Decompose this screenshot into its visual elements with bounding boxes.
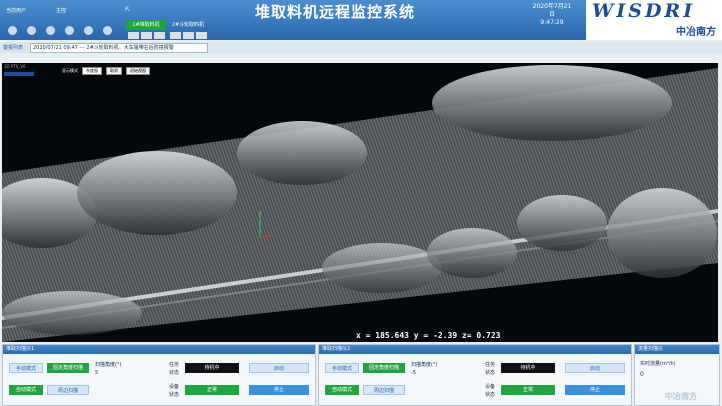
flow-rate-label: 实时流量(m³/h) (640, 361, 676, 367)
exit-icon[interactable] (103, 26, 112, 35)
scanner-1-task-state-label: 状态 (169, 370, 180, 376)
scanner-1-title: 堆取扫描仪1 (3, 345, 315, 354)
logout-icon[interactable]: ⇱ (125, 6, 130, 13)
company-logo: WISDRI 中冶南方 (586, 0, 722, 40)
page-title: 堆取料机远程监控系统 (254, 3, 415, 21)
alarm-bar: 警报列表 2020/07/21 09:47 --- 2#斗轮取料机：大车履带右后… (0, 42, 722, 53)
scanner-1-stop-button[interactable]: 停止 (249, 385, 309, 395)
machine-1-label: 1#堆取料机 (126, 20, 166, 30)
settings-icon[interactable] (65, 26, 74, 35)
display-mode-label: 显示模式 (62, 68, 78, 73)
toolbar (8, 26, 112, 35)
viewer-status-bar (4, 72, 34, 76)
scanner-2-title: 堆取扫描仪2 (319, 345, 631, 354)
scanner-2-manual-button[interactable]: 手动模式 (325, 363, 359, 373)
flow-scanner-panel: 流量扫描仪 实时流量(m³/h) 0 中冶南方 (634, 344, 720, 406)
scanner-2-device-status: 正常 (501, 385, 555, 395)
logo-wordmark: WISDRI (592, 0, 696, 22)
user-role: 主控 (56, 8, 67, 14)
scanner-1-angle-value[interactable]: 5 (95, 370, 98, 376)
scanner-1-cycle-scan-button[interactable]: 周边扫描 (47, 385, 89, 395)
scanner-2-fixed-scan-button[interactable]: 固定角度扫描 (363, 363, 405, 373)
scanner-2-auto-button[interactable]: 自动模式 (325, 385, 359, 395)
scanner-2-angle-label: 扫描角度(°) (411, 362, 438, 368)
initial-view-button[interactable]: 初始视图 (126, 67, 150, 75)
scanner-1-start-button[interactable]: 启动 (249, 363, 309, 373)
machine-2-label: 2#斗轮取料机 (171, 22, 205, 28)
scanner-2-cycle-scan-button[interactable]: 周边扫描 (363, 385, 405, 395)
power-icon[interactable] (8, 26, 17, 35)
scanner-1-task-status: 待机中 (185, 363, 239, 373)
viewer-title: 3D PTS_V6 (4, 64, 26, 69)
display-mode-select[interactable]: 灰度图 (82, 67, 102, 75)
scanner-2-task-label: 任务 (485, 362, 496, 368)
scanner-1-manual-button[interactable]: 手动模式 (9, 363, 43, 373)
alarm-message: 2020/07/21 09:47 --- 2#斗轮取料机：大车履带右后防撞报警 (30, 43, 208, 53)
scanner-2-device-label: 设备 (485, 384, 496, 390)
header-bar: 当前用户 主控 ⇱ 1#堆取料机 2#斗轮取料机 堆取料机远程监控系统 2020… (0, 0, 722, 40)
scanner-2-stop-button[interactable]: 停止 (565, 385, 625, 395)
scanner-2-angle-value[interactable]: -5 (411, 370, 416, 376)
point-cloud-render (2, 63, 718, 342)
scanner-1-panel: 堆取扫描仪1 手动模式 固定角度扫描 扫描角度(°) 5 任务 状态 待机中 启… (2, 344, 316, 406)
camera-icon[interactable] (27, 26, 36, 35)
scanner-2-panel: 堆取扫描仪2 手动模式 固定角度扫描 扫描角度(°) -5 任务 状态 待机中 … (318, 344, 632, 406)
scanner-1-task-label: 任务 (169, 362, 180, 368)
scanner-1-device-state-label: 状态 (169, 392, 180, 398)
point-cloud-viewer[interactable]: 3D PTS_V6 显示模式 灰度图 取消 初始视图 x = 185.643 y… (2, 63, 718, 342)
viewer-toolbar: 显示模式 灰度图 取消 初始视图 (62, 67, 150, 75)
coordinate-readout: x = 185.643 y = -2.39 z= 0.723 (356, 331, 501, 340)
alarm-label: 警报列表 (3, 45, 24, 51)
scanner-1-angle-label: 扫描角度(°) (95, 362, 122, 368)
time-text: 9:47:29 (540, 19, 564, 26)
scanner-1-device-status: 正常 (185, 385, 239, 395)
scanner-1-fixed-scan-button[interactable]: 固定角度扫描 (47, 363, 89, 373)
cancel-button[interactable]: 取消 (106, 67, 122, 75)
scanner-2-task-status: 待机中 (501, 363, 555, 373)
flow-scanner-title: 流量扫描仪 (635, 345, 719, 354)
current-user-label: 当前用户 (6, 8, 27, 14)
scanner-1-device-label: 设备 (169, 384, 180, 390)
user-icon[interactable] (84, 26, 93, 35)
scanner-2-task-state-label: 状态 (485, 370, 496, 376)
scanner-2-start-button[interactable]: 启动 (565, 363, 625, 373)
logo-chinese: 中冶南方 (676, 27, 716, 38)
datetime: 2020年7月21日 9:47:29 (530, 3, 574, 27)
flow-rate-value: 0 (640, 371, 644, 378)
panel-footer-watermark: 中冶南方 (665, 392, 697, 401)
machine-1-tab[interactable]: 1#堆取料机 (126, 20, 166, 41)
scanner-2-device-state-label: 状态 (485, 392, 496, 398)
scanner-1-auto-button[interactable]: 自动模式 (9, 385, 43, 395)
date-text: 2020年7月21日 (532, 3, 572, 18)
machine-2-tab[interactable]: 2#斗轮取料机 (168, 20, 208, 41)
move-icon[interactable] (46, 26, 55, 35)
